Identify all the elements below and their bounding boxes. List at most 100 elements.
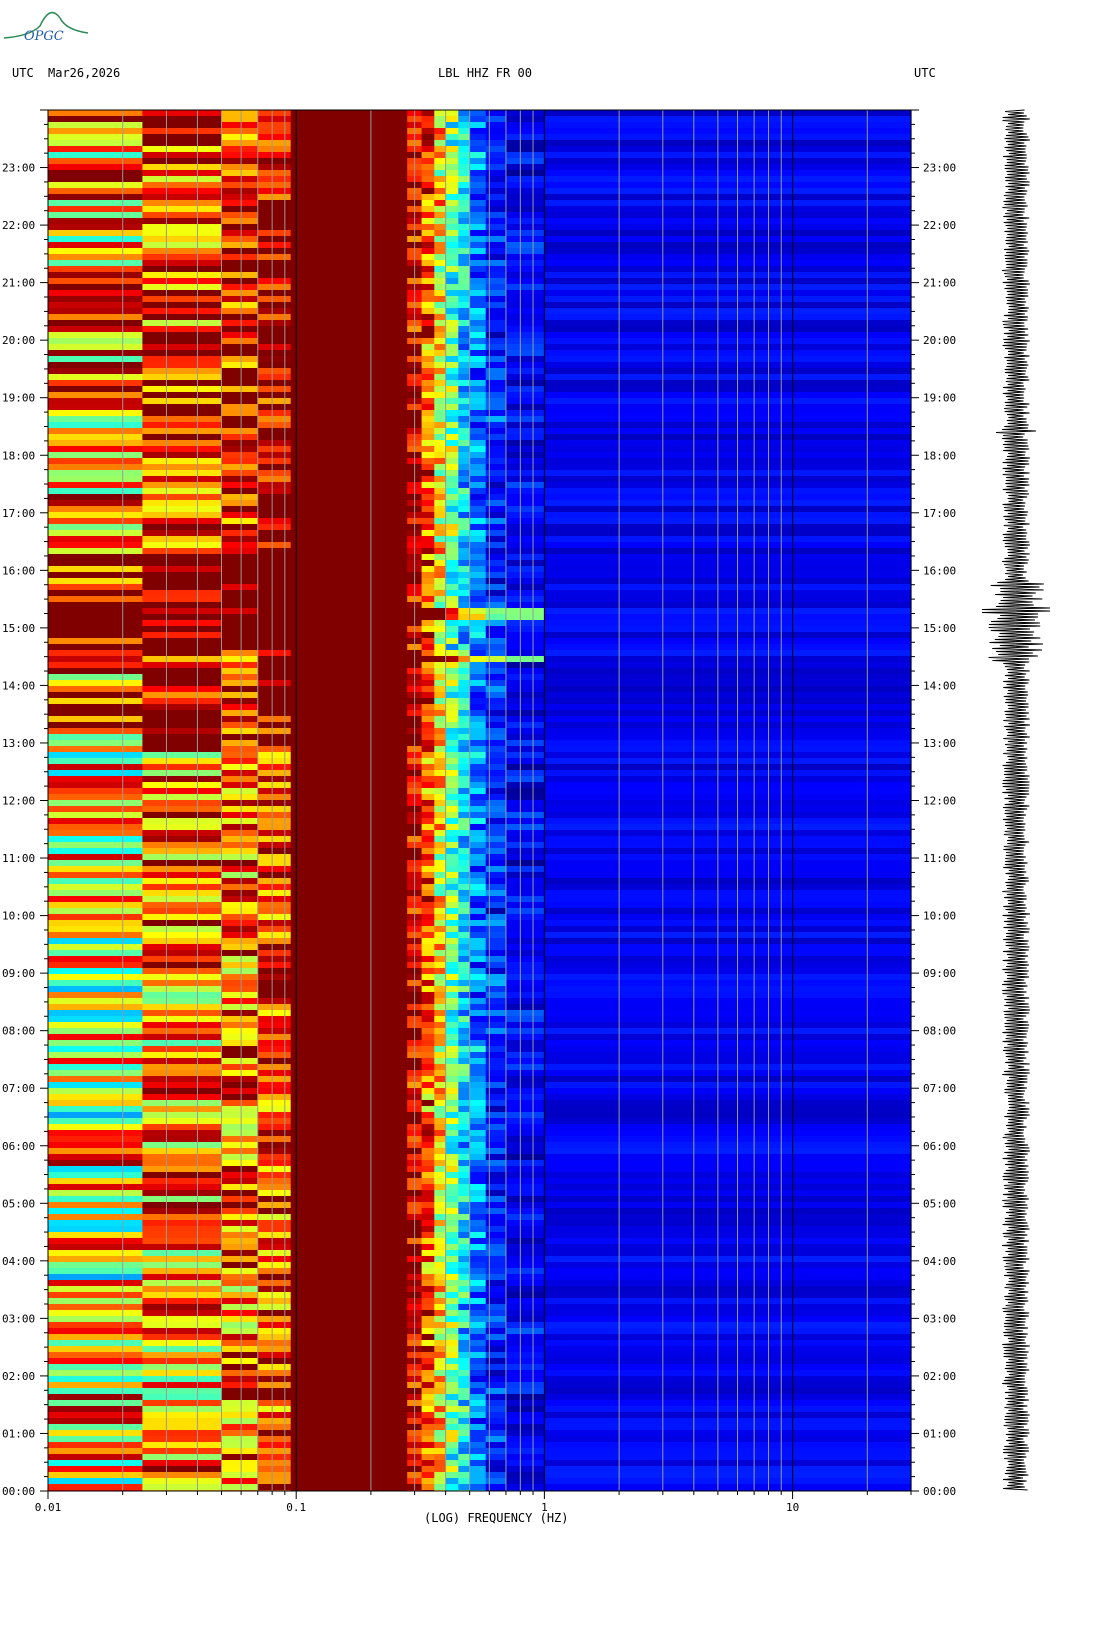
spectrogram-cell bbox=[142, 1472, 223, 1479]
spectrogram-cell bbox=[458, 758, 471, 765]
spectrogram-cell bbox=[221, 962, 259, 969]
spectrogram-cell bbox=[458, 776, 471, 783]
spectrogram-cell bbox=[421, 1388, 435, 1395]
spectrogram-cell bbox=[544, 548, 912, 555]
spectrogram-cell bbox=[505, 1274, 545, 1281]
spectrogram-cell bbox=[290, 404, 408, 411]
spectrogram-cell bbox=[421, 302, 435, 309]
spectrogram-cell bbox=[257, 188, 292, 195]
spectrogram-cell bbox=[221, 710, 259, 717]
spectrogram-cell bbox=[48, 1262, 143, 1269]
spectrogram-cell bbox=[434, 458, 447, 465]
spectrogram-cell bbox=[221, 1424, 259, 1431]
spectrogram-cell bbox=[290, 1004, 408, 1011]
spectrogram-cell bbox=[421, 842, 435, 849]
spectrogram-cell bbox=[544, 1010, 912, 1017]
spectrogram-cell bbox=[290, 548, 408, 555]
spectrogram-cell bbox=[505, 452, 545, 459]
spectrogram-cell bbox=[469, 368, 487, 375]
spectrogram-cell bbox=[505, 782, 545, 789]
spectrogram-cell bbox=[421, 134, 435, 141]
spectrogram-cell bbox=[458, 1208, 471, 1215]
spectrogram-cell bbox=[48, 710, 143, 717]
spectrogram-cell bbox=[505, 266, 545, 273]
spectrogram-cell bbox=[434, 866, 447, 873]
spectrogram-cell bbox=[290, 542, 408, 549]
spectrogram-cell bbox=[434, 1286, 447, 1293]
spectrogram-cell bbox=[290, 674, 408, 681]
spectrogram-cell bbox=[142, 1028, 223, 1035]
spectrogram-cell bbox=[458, 974, 471, 981]
spectrogram-cell bbox=[221, 1106, 259, 1113]
spectrogram-cell bbox=[290, 734, 408, 741]
spectrogram-cell bbox=[290, 1460, 408, 1467]
spectrogram-cell bbox=[458, 530, 471, 537]
spectrogram-cell bbox=[544, 218, 912, 225]
spectrogram-cell bbox=[505, 974, 545, 981]
spectrogram-cell bbox=[48, 506, 143, 513]
spectrogram-cell bbox=[48, 1454, 143, 1461]
spectrogram-cell bbox=[48, 908, 143, 915]
spectrogram-cell bbox=[290, 416, 408, 423]
spectrogram-cell bbox=[48, 776, 143, 783]
spectrogram-cell bbox=[221, 1094, 259, 1101]
spectrogram-cell bbox=[505, 920, 545, 927]
spectrogram-cell bbox=[469, 1358, 487, 1365]
spectrogram-cell bbox=[257, 1256, 292, 1263]
spectrogram-cell bbox=[421, 548, 435, 555]
spectrogram-cell bbox=[48, 1208, 143, 1215]
spectrogram-cell bbox=[257, 134, 292, 141]
spectrogram-cell bbox=[221, 662, 259, 669]
spectrogram-cell bbox=[221, 1064, 259, 1071]
spectrogram-cell bbox=[544, 596, 912, 603]
spectrogram-cell bbox=[445, 302, 459, 309]
spectrogram-cell bbox=[142, 914, 223, 921]
spectrogram-cell bbox=[421, 770, 435, 777]
spectrogram-cell bbox=[48, 518, 143, 525]
spectrogram-cell bbox=[257, 266, 292, 273]
spectrogram-cell bbox=[142, 674, 223, 681]
spectrogram-cell bbox=[421, 1448, 435, 1455]
spectrogram-cell bbox=[257, 968, 292, 975]
spectrogram-cell bbox=[469, 1436, 487, 1443]
spectrogram-cell bbox=[458, 188, 471, 195]
spectrogram-cell bbox=[505, 290, 545, 297]
spectrogram-cell bbox=[434, 1034, 447, 1041]
spectrogram-cell bbox=[458, 1478, 471, 1485]
spectrogram-cell bbox=[48, 608, 143, 615]
spectrogram-cell bbox=[142, 1280, 223, 1287]
spectrogram-cell bbox=[469, 860, 487, 867]
spectrogram-cell bbox=[505, 716, 545, 723]
spectrogram-cell bbox=[445, 1130, 459, 1137]
spectrogram-cell bbox=[469, 320, 487, 327]
spectrogram-cell bbox=[458, 1004, 471, 1011]
spectrogram-cell bbox=[434, 1118, 447, 1125]
spectrogram-cell bbox=[458, 308, 471, 315]
spectrogram-cell bbox=[48, 1412, 143, 1419]
y-tick-label-left: 13:00 bbox=[2, 737, 35, 750]
spectrogram-cell bbox=[469, 830, 487, 837]
spectrogram-cell bbox=[458, 1106, 471, 1113]
spectrogram-cell bbox=[505, 1190, 545, 1197]
spectrogram-cell bbox=[458, 512, 471, 519]
spectrogram-cell bbox=[257, 1166, 292, 1173]
spectrogram-cell bbox=[221, 1376, 259, 1383]
spectrogram-cell bbox=[142, 1046, 223, 1053]
spectrogram-cell bbox=[421, 1400, 435, 1407]
spectrogram-cell bbox=[290, 266, 408, 273]
spectrogram-cell bbox=[469, 1088, 487, 1095]
spectrogram-cell bbox=[469, 1484, 487, 1491]
spectrogram-cell bbox=[544, 998, 912, 1005]
spectrogram-cell bbox=[142, 680, 223, 687]
spectrogram-cell bbox=[458, 782, 471, 789]
spectrogram-cell bbox=[290, 134, 408, 141]
spectrogram-cell bbox=[421, 308, 435, 315]
spectrogram-cell bbox=[221, 542, 259, 549]
spectrogram-cell bbox=[505, 1082, 545, 1089]
spectrogram-cell bbox=[434, 1340, 447, 1347]
spectrogram-cell bbox=[290, 278, 408, 285]
spectrogram-cell bbox=[142, 1118, 223, 1125]
spectrogram-cell bbox=[434, 728, 447, 735]
spectrogram-cell bbox=[544, 722, 912, 729]
spectrogram-cell bbox=[257, 200, 292, 207]
